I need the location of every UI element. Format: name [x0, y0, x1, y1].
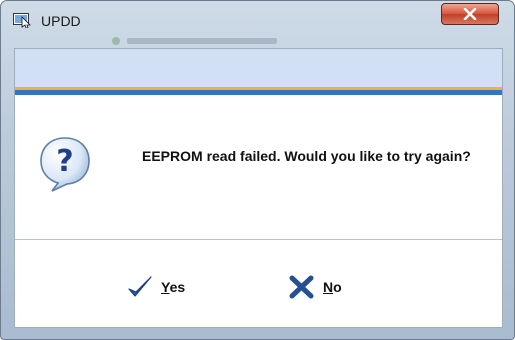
- yes-label-rest: es: [169, 279, 186, 295]
- dialog-window: UPDD ? EEPROM read failed. Would you lik…: [0, 0, 515, 340]
- background-ghost-text: [112, 37, 277, 45]
- close-button[interactable]: [441, 3, 499, 25]
- question-icon: ?: [40, 137, 90, 192]
- title-bar[interactable]: UPDD: [1, 1, 514, 45]
- no-accelerator: N: [323, 279, 334, 295]
- app-icon: [13, 13, 31, 28]
- dialog-message: EEPROM read failed. Would you like to tr…: [142, 148, 471, 164]
- close-icon: [463, 8, 477, 20]
- dialog-body: ? EEPROM read failed. Would you like to …: [14, 48, 503, 328]
- no-button[interactable]: No: [289, 272, 342, 302]
- no-label-rest: o: [333, 279, 342, 295]
- x-icon: [289, 275, 314, 299]
- yes-button[interactable]: Yes: [127, 272, 185, 302]
- header-banner: [15, 49, 502, 87]
- yes-accelerator: Y: [161, 279, 170, 295]
- no-button-label: No: [323, 279, 342, 295]
- banner-stripe: [15, 90, 502, 95]
- svg-text:?: ?: [56, 144, 73, 179]
- divider: [15, 239, 502, 240]
- yes-button-label: Yes: [161, 279, 185, 295]
- check-icon: [128, 276, 152, 297]
- window-title: UPDD: [41, 13, 81, 29]
